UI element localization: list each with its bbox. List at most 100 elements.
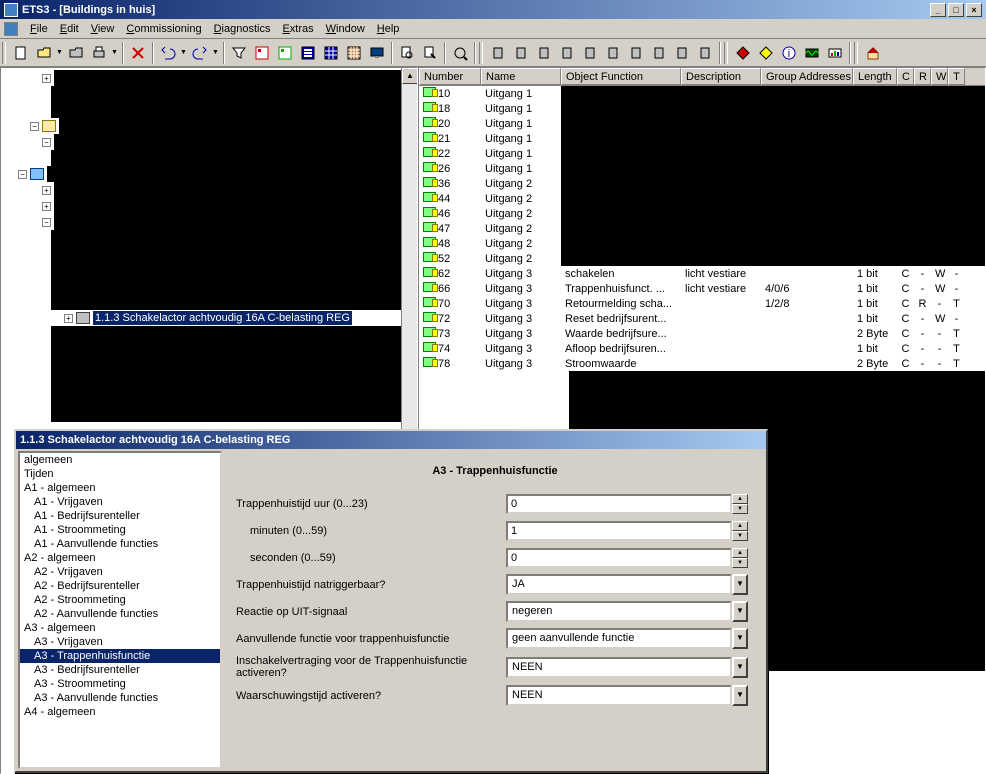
grid-button[interactable] (320, 42, 342, 64)
spin-down-icon[interactable]: ▼ (732, 558, 748, 568)
tree-expand-box[interactable]: + (42, 202, 51, 211)
grid-row[interactable]: 52Uitgang 2 (419, 251, 985, 266)
spin-up-icon[interactable]: ▲ (732, 548, 748, 558)
matrix-button[interactable] (343, 42, 365, 64)
nav-a1-aanvullende-functies[interactable]: A1 - Aanvullende functies (20, 537, 220, 551)
combo-dropdown-icon[interactable]: ▼ (732, 657, 748, 678)
nav-tijden[interactable]: Tijden (20, 467, 220, 481)
tree-collapse-box[interactable]: − (42, 138, 51, 147)
param-spin-input[interactable] (506, 521, 732, 541)
dl7-button[interactable] (625, 42, 647, 64)
nav-a4-algemeen[interactable]: A4 - algemeen (20, 705, 220, 719)
dl6-button[interactable] (602, 42, 624, 64)
redo-button[interactable] (189, 42, 211, 64)
grid-row[interactable]: 21Uitgang 1 (419, 131, 985, 146)
dl2-button[interactable] (510, 42, 532, 64)
dl4-button[interactable] (556, 42, 578, 64)
nav-a3-vrijgaven[interactable]: A3 - Vrijgaven (20, 635, 220, 649)
combo-dropdown-icon[interactable]: ▼ (732, 601, 748, 622)
replace-button[interactable] (419, 42, 441, 64)
minimize-button[interactable]: _ (930, 3, 946, 17)
nav-a2-stroommeting[interactable]: A2 - Stroommeting (20, 593, 220, 607)
tree-selected-device[interactable]: 1.1.3 Schakelactor achtvoudig 16A C-bela… (93, 311, 352, 325)
nav-a3-aanvullende-functies[interactable]: A3 - Aanvullende functies (20, 691, 220, 705)
tree-collapse-box[interactable]: − (42, 218, 51, 227)
menu-edit[interactable]: Edit (54, 21, 85, 37)
nav-a3-trappenhuisfunctie[interactable]: A3 - Trappenhuisfunctie (20, 649, 220, 663)
spin-down-icon[interactable]: ▼ (732, 504, 748, 514)
column-number[interactable]: Number (419, 68, 481, 85)
grid-row[interactable]: 20Uitgang 1 (419, 116, 985, 131)
grid-row[interactable]: 47Uitgang 2 (419, 221, 985, 236)
grid-row[interactable]: 74Uitgang 3Afloop bedrijfsuren...1 bitC-… (419, 341, 985, 356)
grid-row[interactable]: 72Uitgang 3Reset bedrijfsurent...1 bitC-… (419, 311, 985, 326)
grid-row[interactable]: 62Uitgang 3schakelenlicht vestiare1 bitC… (419, 266, 985, 281)
column-t[interactable]: T (948, 68, 965, 85)
param-spin-input[interactable] (506, 494, 732, 514)
undo-button[interactable] (157, 42, 179, 64)
column-description[interactable]: Description (681, 68, 761, 85)
grid-row[interactable]: 18Uitgang 1 (419, 101, 985, 116)
menu-file[interactable]: File (24, 21, 54, 37)
param-combo[interactable]: JA (506, 574, 732, 595)
combo-dropdown-icon[interactable]: ▼ (732, 685, 748, 706)
flag-red-button[interactable] (732, 42, 754, 64)
grid-row[interactable]: 26Uitgang 1 (419, 161, 985, 176)
dl5-button[interactable] (579, 42, 601, 64)
menu-window[interactable]: Window (320, 21, 371, 37)
open-button[interactable] (33, 42, 55, 64)
tree-collapse-box[interactable]: − (18, 170, 27, 179)
nav-a1-vrijgaven[interactable]: A1 - Vrijgaven (20, 495, 220, 509)
filter-button[interactable] (228, 42, 250, 64)
grid-row[interactable]: 78Uitgang 3Stroomwaarde2 ByteC--T (419, 356, 985, 371)
grid-row[interactable]: 22Uitgang 1 (419, 146, 985, 161)
menu-diagnostics[interactable]: Diagnostics (208, 21, 277, 37)
param-combo[interactable]: NEEN (506, 685, 732, 706)
menu-commissioning[interactable]: Commissioning (120, 21, 207, 37)
home-button[interactable] (862, 42, 884, 64)
dl8-button[interactable] (648, 42, 670, 64)
menu-help[interactable]: Help (371, 21, 406, 37)
grid-row[interactable]: 48Uitgang 2 (419, 236, 985, 251)
param-spin-input[interactable] (506, 548, 732, 568)
grid-row[interactable]: 46Uitgang 2 (419, 206, 985, 221)
grid-row[interactable]: 73Uitgang 3Waarde bedrijfsure...2 ByteC-… (419, 326, 985, 341)
tree-collapse-box[interactable]: − (30, 122, 39, 131)
chart-button[interactable] (824, 42, 846, 64)
maximize-button[interactable]: □ (948, 3, 964, 17)
param-combo[interactable]: geen aanvullende functie (506, 628, 732, 649)
column-object-function[interactable]: Object Function (561, 68, 681, 85)
open-dropdown-icon[interactable]: ▼ (56, 49, 64, 56)
scroll-up-icon[interactable]: ▲ (402, 68, 418, 84)
menu-view[interactable]: View (85, 21, 121, 37)
nav-a3-bedrijfsurenteller[interactable]: A3 - Bedrijfsurenteller (20, 663, 220, 677)
goto-button[interactable] (449, 42, 471, 64)
dl3-button[interactable] (533, 42, 555, 64)
dl1-button[interactable] (487, 42, 509, 64)
close-doc-button[interactable] (65, 42, 87, 64)
nav-a2-bedrijfsurenteller[interactable]: A2 - Bedrijfsurenteller (20, 579, 220, 593)
close-button[interactable]: × (966, 3, 982, 17)
combo-dropdown-icon[interactable]: ▼ (732, 574, 748, 595)
grid-row[interactable]: 44Uitgang 2 (419, 191, 985, 206)
dialog-titlebar[interactable]: 1.1.3 Schakelactor achtvoudig 16A C-bela… (16, 431, 766, 449)
nav-a1-algemeen[interactable]: A1 - algemeen (20, 481, 220, 495)
view3-button[interactable] (297, 42, 319, 64)
grid-row[interactable]: 10Uitgang 1 (419, 86, 985, 101)
dl9-button[interactable] (671, 42, 693, 64)
osc-button[interactable] (801, 42, 823, 64)
view1-button[interactable] (251, 42, 273, 64)
monitor-button[interactable] (366, 42, 388, 64)
nav-a2-vrijgaven[interactable]: A2 - Vrijgaven (20, 565, 220, 579)
print-button[interactable] (88, 42, 110, 64)
nav-a1-stroommeting[interactable]: A1 - Stroommeting (20, 523, 220, 537)
column-length[interactable]: Length (853, 68, 897, 85)
view2-button[interactable] (274, 42, 296, 64)
dl10-button[interactable] (694, 42, 716, 64)
grid-row[interactable]: 66Uitgang 3Trappenhuisfunct. ...licht ve… (419, 281, 985, 296)
print-dropdown-icon[interactable]: ▼ (111, 49, 119, 56)
spin-up-icon[interactable]: ▲ (732, 521, 748, 531)
param-combo[interactable]: negeren (506, 601, 732, 622)
combo-dropdown-icon[interactable]: ▼ (732, 628, 748, 649)
tree-expand-box[interactable]: + (42, 186, 51, 195)
